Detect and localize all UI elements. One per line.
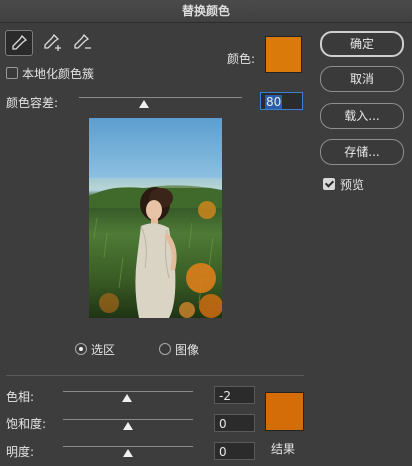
saturation-slider-thumb[interactable] — [123, 422, 133, 430]
fuzziness-slider-thumb[interactable] — [139, 100, 150, 108]
image-view-label: 图像 — [175, 343, 200, 357]
saturation-slider-track[interactable] — [63, 419, 193, 420]
load-button[interactable]: 载入... — [320, 103, 404, 129]
lightness-slider-track[interactable] — [63, 446, 193, 447]
selection-color-swatch[interactable] — [265, 36, 302, 73]
saturation-label: 饱和度: — [6, 417, 47, 431]
lightness-input[interactable]: 0 — [214, 442, 255, 460]
hue-label: 色相: — [6, 390, 35, 404]
localized-clusters-checkbox[interactable] — [6, 67, 18, 79]
window-title: 替换颜色 — [0, 0, 412, 23]
hue-slider-thumb[interactable] — [121, 394, 132, 402]
selection-view-radio[interactable] — [75, 343, 87, 355]
selection-view-label: 选区 — [91, 343, 116, 357]
result-label: 结果 — [271, 442, 296, 456]
preview-label: 预览 — [340, 178, 365, 192]
eyedropper-icon — [12, 34, 28, 50]
color-label: 颜色: — [227, 52, 256, 66]
eyedropper-plus-tool[interactable] — [38, 30, 66, 56]
localized-clusters-label: 本地化颜色簇 — [22, 67, 95, 81]
lightness-label: 明度: — [6, 445, 35, 459]
fuzziness-label: 颜色容差: — [6, 96, 59, 110]
save-button[interactable]: 存储... — [320, 139, 404, 165]
result-color-swatch[interactable] — [265, 392, 304, 431]
fuzziness-slider-track[interactable] — [79, 97, 242, 98]
ok-button[interactable]: 确定 — [320, 31, 404, 57]
fuzziness-input[interactable]: 80 — [260, 92, 303, 110]
hue-input[interactable]: -2 — [214, 386, 255, 404]
lightness-slider-thumb[interactable] — [123, 449, 133, 457]
preview-photo-art — [89, 178, 222, 318]
hue-slider-track[interactable] — [63, 391, 193, 392]
saturation-input[interactable]: 0 — [214, 414, 255, 432]
preview-image — [89, 118, 222, 318]
eyedropper-minus-tool[interactable] — [68, 30, 96, 56]
preview-checkbox[interactable] — [323, 178, 335, 190]
fuzziness-value: 80 — [265, 95, 283, 109]
section-divider — [6, 375, 304, 376]
cancel-button[interactable]: 取消 — [320, 66, 404, 92]
image-view-radio[interactable] — [159, 343, 171, 355]
eyedropper-tool[interactable] — [5, 30, 33, 56]
eyedropper-minus-icon — [74, 33, 91, 49]
eyedropper-plus-icon — [44, 33, 61, 51]
